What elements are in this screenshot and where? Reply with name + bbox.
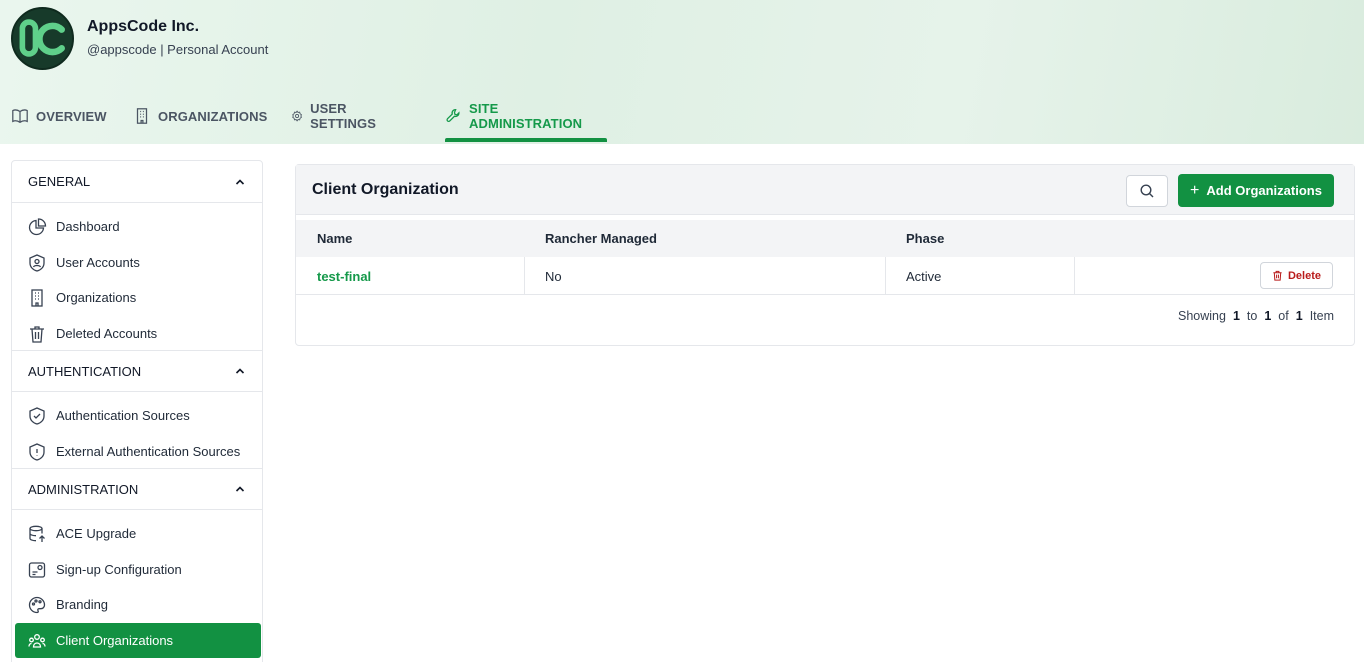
page-title: Client Organization: [312, 181, 459, 198]
sidebar-item-branding[interactable]: Branding: [15, 587, 261, 622]
phase-value: Active: [906, 268, 942, 284]
sidebar-item-label: Branding: [56, 597, 109, 612]
add-organizations-label: Add Organizations: [1206, 183, 1322, 198]
table-row: test-final No Active Delete: [296, 257, 1354, 295]
chevron-up-icon: [235, 486, 245, 492]
building-icon: [136, 108, 148, 124]
sidebar-item-organizations[interactable]: Organizations: [15, 280, 261, 315]
section-administration-header[interactable]: ADMINISTRATION: [12, 468, 262, 510]
plus-icon: +: [1190, 181, 1200, 199]
pagination-summary: Showing 1 to 1 of 1 Item: [1178, 309, 1334, 323]
account-header: AppsCode Inc. @appscode | Personal Accou…: [0, 0, 1364, 144]
add-organizations-button[interactable]: + Add Organizations: [1178, 174, 1334, 207]
section-authentication-header[interactable]: AUTHENTICATION: [12, 350, 262, 392]
section-title: ADMINISTRATION: [28, 481, 139, 497]
palette-icon: [28, 596, 46, 613]
tab-organizations[interactable]: ORGANIZATIONS: [133, 100, 267, 132]
sidebar-item-label: Organizations: [56, 290, 137, 305]
sidebar-item-label: Deleted Accounts: [56, 326, 158, 341]
sidebar-item-label: Authentication Sources: [56, 408, 190, 423]
org-avatar: [11, 7, 74, 70]
sidebar-item-external-authentication-sources[interactable]: External Authentication Sources: [15, 434, 261, 469]
tab-site-administration-label: SITE ADMINISTRATION: [469, 101, 583, 131]
rancher-managed-value: No: [545, 268, 562, 284]
user-shield-icon: [29, 253, 45, 272]
delete-label: Delete: [1287, 269, 1322, 282]
of-text: of: [1278, 309, 1289, 323]
cell-divider: [1074, 257, 1075, 295]
delete-button[interactable]: Delete: [1260, 262, 1333, 289]
sidebar-item-client-organizations[interactable]: Client Organizations: [15, 623, 261, 658]
section-title: GENERAL: [28, 174, 91, 189]
pie-chart-icon: [28, 217, 47, 235]
tab-user-settings-label: USER SETTINGS: [310, 101, 376, 131]
sidebar-item-label: Sign-up Configuration: [56, 562, 182, 577]
section-general-header[interactable]: GENERAL: [12, 161, 262, 203]
sidebar-item-label: External Authentication Sources: [56, 444, 241, 459]
wrench-icon: [446, 108, 460, 123]
tab-overview-label: OVERVIEW: [36, 108, 107, 124]
shield-check-icon: [29, 406, 45, 425]
book-icon: [12, 109, 28, 124]
sidebar-item-ace-upgrade[interactable]: ACE Upgrade: [15, 516, 261, 551]
to-text: to: [1246, 309, 1258, 323]
trash-icon: [1273, 270, 1282, 281]
org-handle: @appscode | Personal Account: [87, 42, 269, 57]
unit-text: Item: [1309, 309, 1334, 323]
org-name: AppsCode Inc.: [87, 18, 200, 35]
chevron-up-icon: [235, 368, 245, 374]
sidebar-item-label: ACE Upgrade: [56, 526, 137, 541]
admin-sidebar: GENERAL Dashboard User Accounts Organiza…: [11, 160, 263, 662]
cell-divider: [524, 257, 525, 295]
sidebar-item-label: User Accounts: [56, 255, 140, 270]
signup-config-icon: [28, 561, 46, 578]
tab-user-settings[interactable]: USER SETTINGS: [291, 100, 382, 132]
panel-header: Client Organization + Add Organizations: [296, 165, 1354, 215]
sidebar-item-user-accounts[interactable]: User Accounts: [15, 245, 261, 280]
range-start: 1: [1232, 309, 1240, 323]
gear-icon: [292, 110, 302, 122]
search-icon: [1140, 184, 1154, 198]
table-header: Name Rancher Managed Phase: [296, 220, 1354, 257]
sidebar-item-authentication-sources[interactable]: Authentication Sources: [15, 398, 261, 433]
sidebar-item-sign-up-configuration[interactable]: Sign-up Configuration: [15, 552, 261, 587]
section-title: AUTHENTICATION: [28, 363, 142, 379]
sidebar-item-deleted-accounts[interactable]: Deleted Accounts: [15, 316, 261, 351]
total-count: 1: [1295, 309, 1303, 323]
chevron-up-icon: [235, 178, 245, 185]
users-group-icon: [28, 633, 46, 648]
cell-divider: [885, 257, 886, 295]
search-button[interactable]: [1126, 175, 1168, 207]
org-name-link[interactable]: test-final: [317, 257, 371, 295]
column-header-rancher-managed: Rancher Managed: [545, 231, 657, 246]
column-header-phase: Phase: [906, 231, 945, 246]
client-organization-panel: Client Organization + Add Organizations …: [295, 164, 1355, 346]
column-header-name: Name: [317, 231, 353, 246]
range-end: 1: [1264, 309, 1272, 323]
showing-text: Showing: [1178, 309, 1226, 323]
tab-overview[interactable]: OVERVIEW: [11, 100, 107, 132]
sidebar-item-label: Client Organizations: [56, 633, 174, 648]
shield-icon: [29, 442, 45, 461]
tab-site-administration[interactable]: SITE ADMINISTRATION: [445, 100, 607, 142]
building-icon: [31, 288, 43, 307]
sidebar-item-label: Dashboard: [56, 219, 120, 234]
database-upgrade-icon: [29, 525, 45, 542]
sidebar-item-dashboard[interactable]: Dashboard: [15, 209, 261, 244]
tab-organizations-label: ORGANIZATIONS: [158, 108, 268, 124]
trash-icon: [30, 325, 44, 343]
